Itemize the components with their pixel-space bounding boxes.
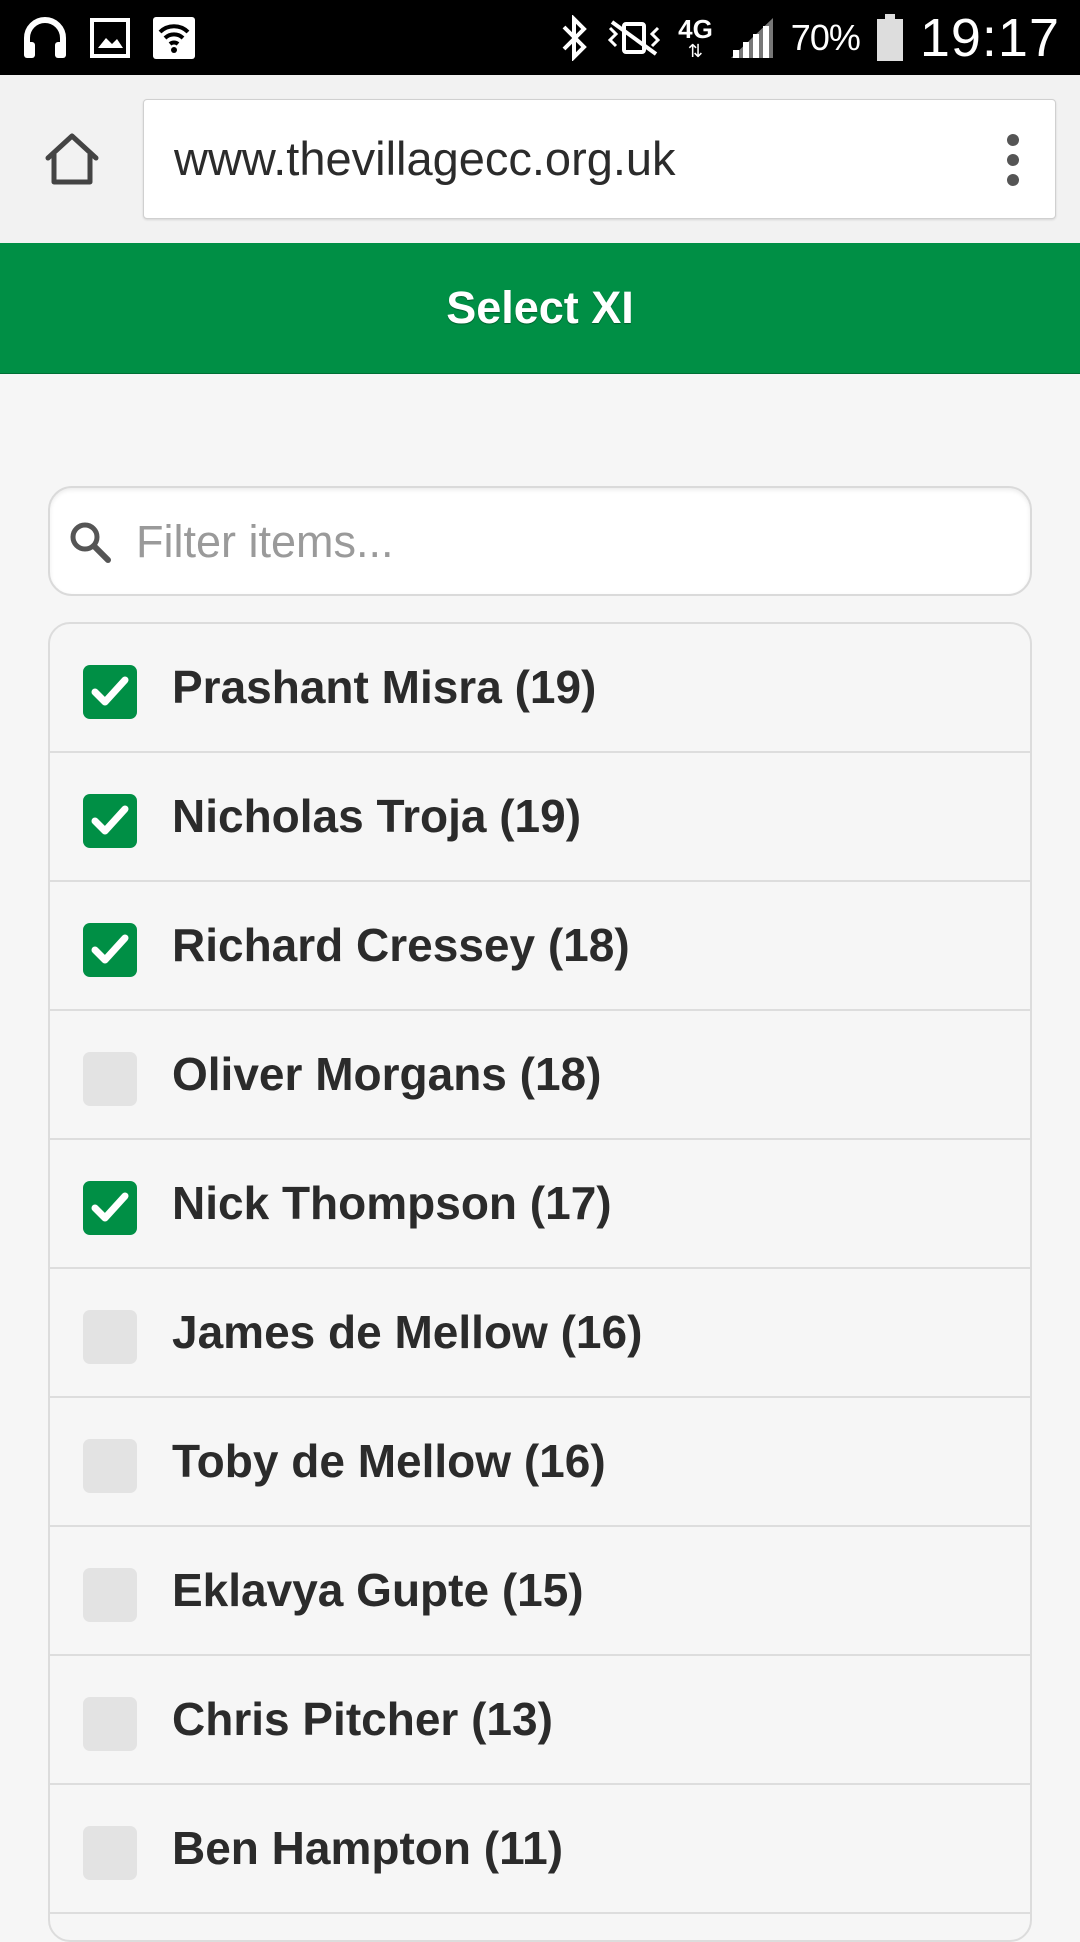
home-button[interactable] — [38, 125, 106, 193]
bluetooth-icon — [560, 14, 590, 61]
list-item[interactable]: Richard Cressey (18) — [50, 882, 1030, 1011]
player-checkbox[interactable] — [83, 1310, 137, 1364]
checkmark-icon — [91, 1192, 129, 1222]
url-text: www.thevillagecc.org.uk — [174, 132, 676, 185]
headphones-icon — [22, 16, 68, 60]
vibrate-mute-icon — [606, 18, 662, 58]
player-name: Prashant Misra (19) — [172, 661, 597, 713]
network-type: 4G — [678, 13, 713, 44]
player-checkbox[interactable] — [83, 1826, 137, 1880]
player-name: Nicholas Troja (19) — [172, 790, 582, 842]
checkmark-icon — [91, 934, 129, 964]
filter-box[interactable] — [48, 486, 1032, 596]
list-item[interactable]: Chris Pitcher (13) — [50, 1656, 1030, 1785]
checkmark-icon — [91, 805, 129, 835]
battery-icon — [876, 13, 904, 62]
player-name: James de Mellow (16) — [172, 1306, 643, 1358]
4g-data-icon: 4G ⇅ — [678, 13, 713, 61]
player-checkbox[interactable] — [83, 794, 137, 848]
list-item[interactable]: Oliver Morgans (18) — [50, 1011, 1030, 1140]
player-name: Toby de Mellow (16) — [172, 1435, 606, 1487]
player-checkbox[interactable] — [83, 1052, 137, 1106]
battery-percent: 70% — [790, 16, 861, 58]
list-item[interactable]: Eklavya Gupte (15) — [50, 1527, 1030, 1656]
list-item[interactable]: Ben Hampton (11) — [50, 1785, 1030, 1914]
player-name: Eklavya Gupte (15) — [172, 1564, 584, 1616]
more-vertical-icon[interactable] — [993, 130, 1033, 190]
checkmark-icon — [91, 676, 129, 706]
page-title: Select XI — [446, 282, 634, 333]
image-icon — [90, 17, 130, 58]
address-bar[interactable]: www.thevillagecc.org.uk — [143, 99, 1056, 219]
home-icon — [45, 133, 99, 185]
status-left — [22, 16, 218, 60]
player-name: Chris Pitcher (13) — [172, 1693, 553, 1745]
list-item[interactable]: Prashant Misra (19) — [50, 624, 1030, 753]
search-icon — [70, 522, 111, 563]
status-bar: 4G ⇅ 70% 19:17 — [0, 0, 1080, 75]
list-item[interactable]: Toby de Mellow (16) — [50, 1398, 1030, 1527]
clock: 19:17 — [919, 7, 1060, 68]
page-header: Select XI — [0, 243, 1080, 374]
player-name: Ben Hampton (11) — [172, 1822, 564, 1874]
list-item[interactable]: James de Mellow (16) — [50, 1269, 1030, 1398]
player-checkbox[interactable] — [83, 1568, 137, 1622]
player-checkbox[interactable] — [83, 1439, 137, 1493]
player-name: Oliver Morgans (18) — [172, 1048, 602, 1100]
status-right: 4G ⇅ 70% 19:17 — [544, 7, 1060, 69]
wifi-box-icon — [152, 16, 196, 60]
list-item[interactable]: Nick Thompson (17) — [50, 1140, 1030, 1269]
browser-toolbar: www.thevillagecc.org.uk — [0, 75, 1080, 244]
player-name: Richard Cressey (18) — [172, 919, 630, 971]
player-checkbox[interactable] — [83, 923, 137, 977]
player-checkbox[interactable] — [83, 665, 137, 719]
player-checkbox[interactable] — [83, 1181, 137, 1235]
signal-icon — [729, 16, 775, 60]
filter-input[interactable] — [134, 498, 998, 586]
player-list: Prashant Misra (19) Nicholas Troja (19) Ri… — [48, 622, 1032, 1942]
player-checkbox[interactable] — [83, 1697, 137, 1751]
list-item[interactable]: Nicholas Troja (19) — [50, 753, 1030, 882]
player-name: Nick Thompson (17) — [172, 1177, 612, 1229]
